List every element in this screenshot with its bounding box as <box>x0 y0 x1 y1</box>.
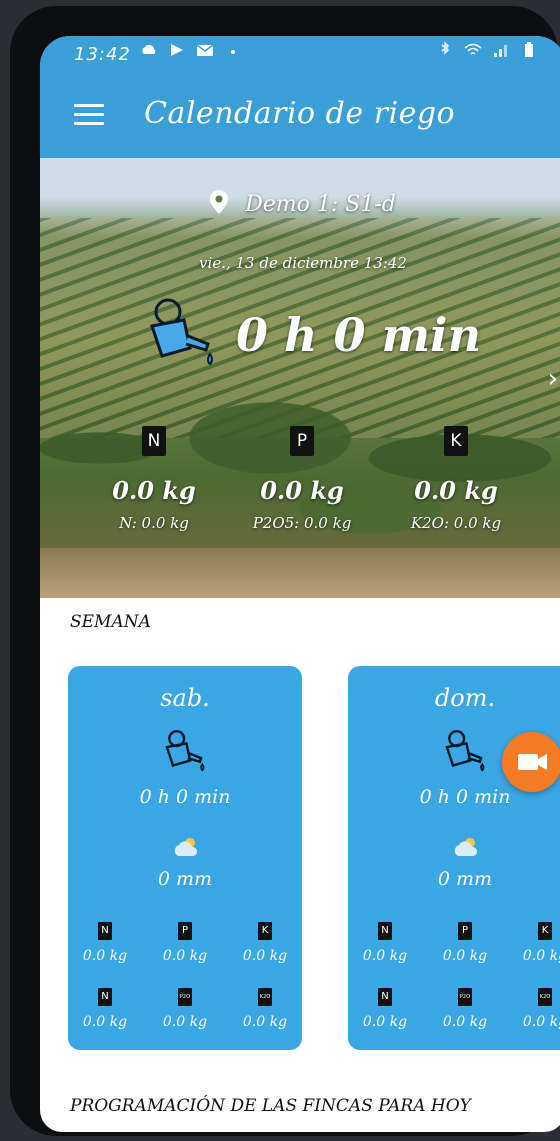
mini-value-p: 0.0 kg <box>162 948 208 964</box>
menu-icon[interactable] <box>74 104 104 126</box>
mini-badge-n2: N <box>98 988 112 1006</box>
mini-badge-n2: N <box>378 988 392 1006</box>
mini-value-n: 0.0 kg <box>82 948 128 964</box>
week-heading: SEMANA <box>70 612 151 632</box>
dot-notification-icon <box>231 50 235 54</box>
page-title: Calendario de riego <box>144 96 456 131</box>
status-notification-icons <box>140 42 242 58</box>
irrigation-time: 0 h 0 min <box>236 308 482 362</box>
day-label: sab. <box>160 684 210 712</box>
mini-badge-p2o: P2O <box>458 988 472 1006</box>
location-pin-icon <box>210 190 229 214</box>
nutrient-value-p: 0.0 kg <box>260 476 344 505</box>
day-card-dom[interactable]: dom. 0 h 0 min 0 mm N P K 0.0 kg 0.0 kg … <box>348 666 560 1050</box>
chevron-right-icon[interactable]: › <box>548 364 558 394</box>
mini-value-p2o: 0.0 kg <box>442 1014 488 1030</box>
watering-can-icon <box>165 730 205 772</box>
cloud-icon <box>454 838 478 856</box>
phone-frame: 13:42 Calendario de riego Demo 1: S1-d v… <box>10 6 560 1136</box>
day-irrigation-time: 0 h 0 min <box>139 786 231 808</box>
status-bar: 13:42 <box>40 36 560 74</box>
mini-badge-k2o: K2O <box>258 988 272 1006</box>
flag-notification-icon <box>171 44 183 56</box>
watering-can-icon <box>445 730 485 772</box>
mini-value-p2o: 0.0 kg <box>162 1014 208 1030</box>
mini-badge-p2o: P2O <box>178 988 192 1006</box>
day-rain: 0 mm <box>157 868 213 890</box>
nutrient-sub-n: N: 0.0 kg <box>119 514 189 532</box>
mini-value-p: 0.0 kg <box>442 948 488 964</box>
status-time: 13:42 <box>74 44 131 65</box>
day-card-sab[interactable]: sab. 0 h 0 min 0 mm N P K 0.0 kg 0.0 kg … <box>68 666 302 1050</box>
hero-panel[interactable]: Demo 1: S1-d vie., 13 de diciembre 13:42… <box>40 158 560 598</box>
app-bar: Calendario de riego <box>40 74 560 158</box>
mini-value-k2o: 0.0 kg <box>242 1014 288 1030</box>
mini-badge-k: K <box>258 922 272 940</box>
ground-background <box>40 548 560 598</box>
nutrient-badge-k: K <box>444 426 468 456</box>
status-system-icons <box>436 42 538 58</box>
cloud-notification-icon <box>142 44 156 54</box>
location-row: Demo 1: S1-d <box>40 190 560 217</box>
mini-value-k: 0.0 kg <box>522 948 560 964</box>
wifi-icon <box>464 43 482 55</box>
mini-value-n2: 0.0 kg <box>362 1014 408 1030</box>
current-date: vie., 13 de diciembre 13:42 <box>199 254 407 272</box>
day-label: dom. <box>434 684 496 712</box>
location-name: Demo 1: S1-d <box>245 192 396 217</box>
farms-programming-heading: PROGRAMACIÓN DE LAS FINCAS PARA HOY <box>70 1096 471 1116</box>
mini-badge-n: N <box>98 922 112 940</box>
video-camera-icon <box>518 754 547 770</box>
nutrient-sub-k: K2O: 0.0 kg <box>410 514 502 532</box>
video-call-button[interactable] <box>502 732 560 792</box>
mini-value-n2: 0.0 kg <box>82 1014 128 1030</box>
nutrient-badge-n: N <box>142 426 166 456</box>
mini-badge-n: N <box>378 922 392 940</box>
signal-icon <box>494 45 507 57</box>
bluetooth-icon <box>441 42 450 55</box>
day-rain: 0 mm <box>437 868 493 890</box>
mini-badge-k: K <box>538 922 552 940</box>
screen: 13:42 Calendario de riego Demo 1: S1-d v… <box>40 36 560 1132</box>
mini-value-k2o: 0.0 kg <box>522 1014 560 1030</box>
cloud-icon <box>174 838 198 856</box>
mini-value-k: 0.0 kg <box>242 948 288 964</box>
nutrient-value-k: 0.0 kg <box>414 476 498 505</box>
mini-badge-p: P <box>458 922 472 940</box>
nutrient-badge-p: P <box>290 426 314 456</box>
battery-icon <box>525 42 533 57</box>
watering-can-icon <box>150 298 213 366</box>
mail-notification-icon <box>196 44 214 56</box>
nutrient-value-n: 0.0 kg <box>112 476 196 505</box>
nutrient-sub-p: P2O5: 0.0 kg <box>252 514 352 532</box>
mini-badge-k2o: K2O <box>538 988 552 1006</box>
mini-value-n: 0.0 kg <box>362 948 408 964</box>
mini-badge-p: P <box>178 922 192 940</box>
